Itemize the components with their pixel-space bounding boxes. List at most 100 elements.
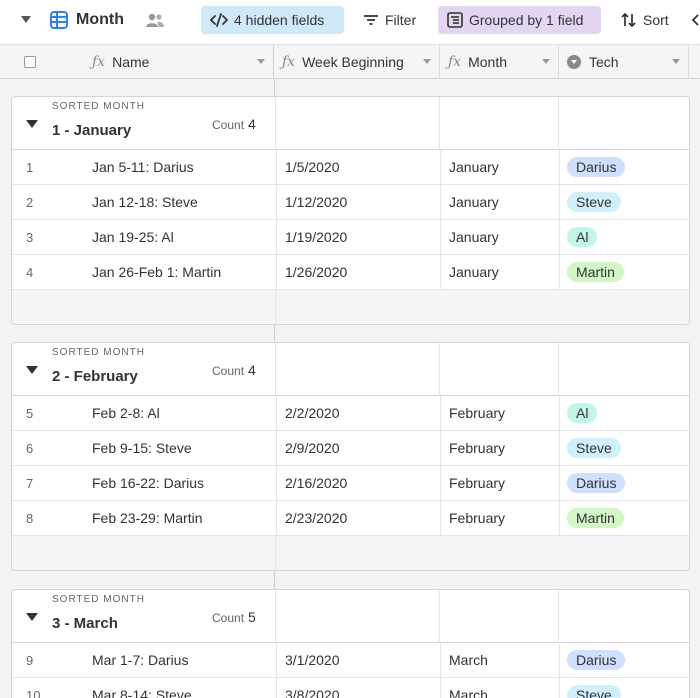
column-dropdown-icon[interactable]	[257, 59, 265, 64]
cell-month[interactable]: January	[440, 185, 559, 219]
cell-month[interactable]: February	[440, 431, 559, 465]
cell-name[interactable]: Jan 5-11: Darius	[92, 150, 272, 184]
collaborators-icon[interactable]	[145, 6, 165, 34]
tech-tag: Darius	[567, 650, 626, 670]
group-header[interactable]: SORTED MONTH 1 - January Count 4	[12, 97, 689, 150]
group-field-label: SORTED MONTH	[52, 594, 145, 605]
cell-tech[interactable]: Martin	[559, 501, 689, 535]
cell-tech[interactable]: Steve	[559, 185, 689, 219]
more-chevron-icon[interactable]	[690, 6, 700, 34]
cell-name[interactable]: Jan 26-Feb 1: Martin	[92, 255, 272, 289]
column-header-month[interactable]: ƒx Month	[440, 45, 559, 78]
cell-tech[interactable]: Darius	[559, 643, 689, 677]
cell-name[interactable]: Feb 2-8: Al	[92, 396, 272, 430]
cell-tech[interactable]: Darius	[559, 150, 689, 184]
table-row[interactable]: 3 Jan 19-25: Al 1/19/2020 January Al	[12, 220, 689, 255]
view-name[interactable]: Month	[76, 6, 124, 34]
group-count-value: 4	[248, 116, 256, 132]
group-footer	[12, 536, 689, 570]
group-title: 3 - March	[52, 615, 118, 632]
column-dropdown-icon[interactable]	[423, 59, 431, 64]
cell-month[interactable]: January	[440, 220, 559, 254]
row-number: 8	[26, 510, 34, 526]
cell-name[interactable]: Feb 16-22: Darius	[92, 466, 272, 500]
filter-icon	[364, 15, 378, 25]
group-count: Count 4	[212, 362, 256, 378]
group-field-label: SORTED MONTH	[52, 347, 145, 358]
cell-name[interactable]: Mar 8-14: Steve	[92, 678, 272, 698]
cell-month[interactable]: March	[440, 643, 559, 677]
filter-button[interactable]: Filter	[355, 6, 424, 34]
cell-week[interactable]: 3/8/2020	[276, 678, 442, 698]
cell-tech[interactable]: Steve	[559, 431, 689, 465]
group-header[interactable]: SORTED MONTH 2 - February Count 4	[12, 343, 689, 396]
cell-name[interactable]: Jan 12-18: Steve	[92, 185, 272, 219]
table-row[interactable]: 5 Feb 2-8: Al 2/2/2020 February Al	[12, 396, 689, 431]
cell-week[interactable]: 1/19/2020	[276, 220, 442, 254]
group-count-value: 4	[248, 362, 256, 378]
sort-button[interactable]: Sort	[613, 6, 677, 34]
cell-week[interactable]: 1/12/2020	[276, 185, 442, 219]
select-all-cell	[0, 45, 62, 78]
tech-tag: Steve	[567, 192, 621, 212]
table-row[interactable]: 2 Jan 12-18: Steve 1/12/2020 January Ste…	[12, 185, 689, 220]
cell-tech[interactable]: Steve	[559, 678, 689, 698]
row-number: 1	[26, 159, 34, 175]
cell-month[interactable]: January	[440, 150, 559, 184]
cell-month[interactable]: February	[440, 466, 559, 500]
tech-tag: Steve	[567, 685, 621, 698]
cell-week[interactable]: 1/5/2020	[276, 150, 442, 184]
cell-month[interactable]: February	[440, 396, 559, 430]
table-row[interactable]: 7 Feb 16-22: Darius 2/16/2020 February D…	[12, 466, 689, 501]
table-row[interactable]: 8 Feb 23-29: Martin 2/23/2020 February M…	[12, 501, 689, 536]
collapse-group-icon[interactable]	[26, 366, 38, 374]
cell-month[interactable]: February	[440, 501, 559, 535]
collapse-group-icon[interactable]	[26, 120, 38, 128]
grid-view-icon	[50, 6, 68, 34]
row-number: 6	[26, 440, 34, 456]
column-header-tech[interactable]: Tech	[559, 45, 689, 78]
cell-tech[interactable]: Al	[559, 220, 689, 254]
group-title: 1 - January	[52, 122, 132, 139]
cell-week[interactable]: 1/26/2020	[276, 255, 442, 289]
column-dropdown-icon[interactable]	[672, 59, 680, 64]
group-count-value: 5	[248, 609, 256, 625]
group-title: 2 - February	[52, 368, 138, 385]
record-group: SORTED MONTH 3 - March Count 5 9 Mar 1-7:…	[11, 589, 690, 698]
hidden-fields-button[interactable]: 4 hidden fields	[201, 6, 344, 34]
cell-name[interactable]: Mar 1-7: Darius	[92, 643, 272, 677]
cell-name[interactable]: Feb 23-29: Martin	[92, 501, 272, 535]
cell-name[interactable]: Jan 19-25: Al	[92, 220, 272, 254]
formula-icon: ƒx	[282, 53, 296, 70]
cell-week[interactable]: 2/2/2020	[276, 396, 442, 430]
table-row[interactable]: 4 Jan 26-Feb 1: Martin 1/26/2020 January…	[12, 255, 689, 290]
row-number: 7	[26, 475, 34, 491]
column-dropdown-icon[interactable]	[542, 59, 550, 64]
row-number: 10	[26, 687, 41, 698]
column-header-week[interactable]: ƒx Week Beginning	[274, 45, 440, 78]
cell-tech[interactable]: Al	[559, 396, 689, 430]
table-row[interactable]: 9 Mar 1-7: Darius 3/1/2020 March Darius	[12, 643, 689, 678]
sort-label: Sort	[643, 12, 669, 28]
cell-month[interactable]: March	[440, 678, 559, 698]
cell-month[interactable]: January	[440, 255, 559, 289]
table-row[interactable]: 10 Mar 8-14: Steve 3/8/2020 March Steve	[12, 678, 689, 698]
cell-week[interactable]: 2/23/2020	[276, 501, 442, 535]
group-field-label: SORTED MONTH	[52, 101, 145, 112]
row-number: 5	[26, 405, 34, 421]
group-button[interactable]: Grouped by 1 field	[438, 6, 601, 34]
cell-tech[interactable]: Darius	[559, 466, 689, 500]
cell-week[interactable]: 3/1/2020	[276, 643, 442, 677]
cell-week[interactable]: 2/16/2020	[276, 466, 442, 500]
table-row[interactable]: 1 Jan 5-11: Darius 1/5/2020 January Dari…	[12, 150, 689, 185]
column-header-name[interactable]: ƒx Name	[62, 45, 274, 78]
select-all-checkbox[interactable]	[24, 55, 36, 68]
cell-week[interactable]: 2/9/2020	[276, 431, 442, 465]
view-menu-caret-icon[interactable]	[18, 6, 34, 34]
collapse-group-icon[interactable]	[26, 613, 38, 621]
group-header[interactable]: SORTED MONTH 3 - March Count 5	[12, 590, 689, 643]
table-row[interactable]: 6 Feb 9-15: Steve 2/9/2020 February Stev…	[12, 431, 689, 466]
record-group: SORTED MONTH 2 - February Count 4 5 Feb 2…	[11, 342, 690, 571]
cell-tech[interactable]: Martin	[559, 255, 689, 289]
cell-name[interactable]: Feb 9-15: Steve	[92, 431, 272, 465]
